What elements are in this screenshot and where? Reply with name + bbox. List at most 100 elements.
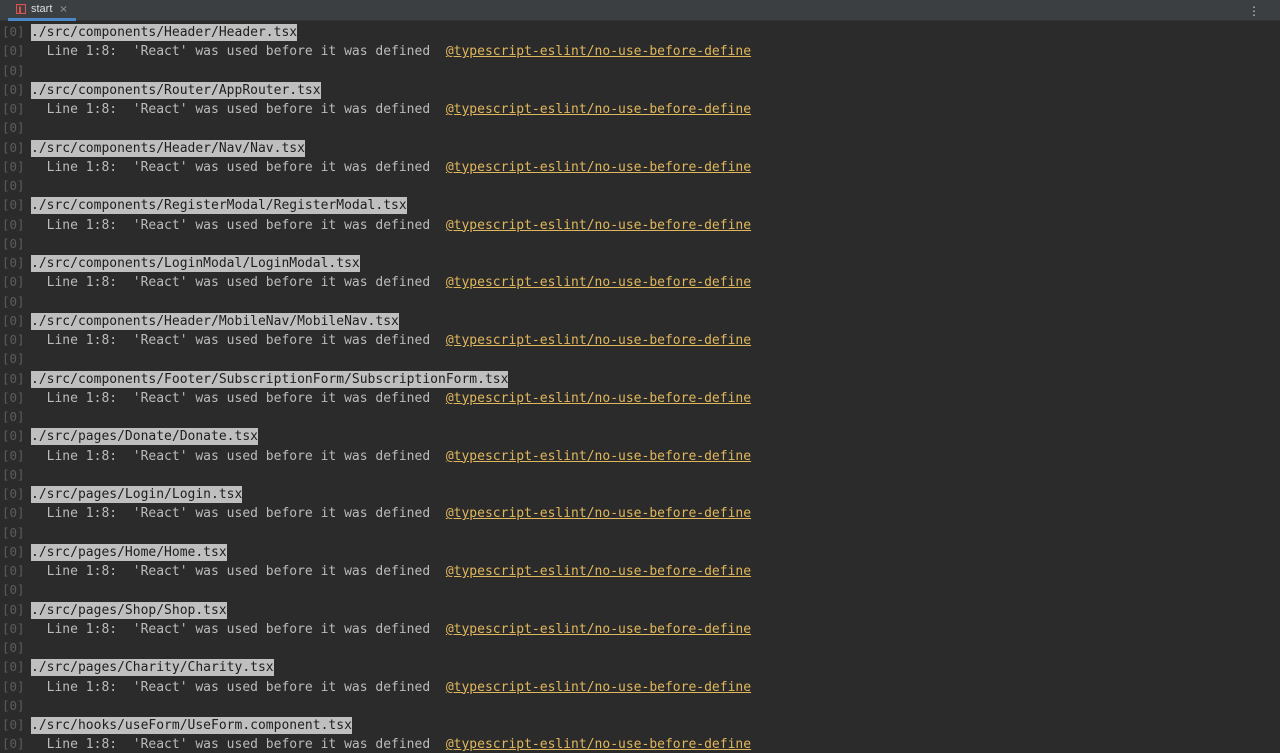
file-path[interactable]: ./src/pages/Donate/Donate.tsx [31,428,258,446]
console-line-blank: [0] [0,118,1280,137]
console-line-warning: [0] Line 1:8: 'React' was used before it… [0,446,1280,465]
console-line-file: [0] ./src/components/RegisterModal/Regist… [0,195,1280,215]
console-line-warning: [0] Line 1:8: 'React' was used before it… [0,734,1280,753]
console-line-blank: [0] [0,696,1280,715]
console-line-warning: [0] Line 1:8: 'React' was used before it… [0,503,1280,522]
console-line-warning: [0] Line 1:8: 'React' was used before it… [0,388,1280,407]
console-line-file: [0] ./src/pages/Donate/Donate.tsx [0,426,1280,446]
warning-message: Line 1:8: 'React' was used before it was… [31,102,446,117]
process-prefix: [0] [2,543,25,559]
console-line-file: [0] ./src/pages/Shop/Shop.tsx [0,600,1280,619]
close-icon[interactable]: × [59,4,67,15]
process-prefix: [0] [2,486,25,501]
process-prefix: [0] [2,620,25,636]
tab-start[interactable]: start × [8,0,76,21]
console-line-blank: [0] [0,407,1280,426]
eslint-rule-link[interactable]: @typescript-eslint/no-use-before-define [446,160,751,175]
process-prefix: [0] [2,717,25,732]
warning-message: Line 1:8: 'React' was used before it was… [31,448,446,464]
process-prefix: [0] [2,351,25,367]
console-line-blank: [0] [0,292,1280,311]
console-line-file: [0] ./src/pages/Charity/Charity.tsx [0,657,1280,677]
eslint-rule-link[interactable]: @typescript-eslint/no-use-before-define [446,622,751,637]
file-path[interactable]: ./src/pages/Shop/Shop.tsx [31,601,227,619]
eslint-rule-link[interactable]: @typescript-eslint/no-use-before-define [446,449,751,464]
console-line-file: [0] ./src/components/LoginModal/LoginModa… [0,253,1280,272]
process-prefix: [0] [2,428,25,444]
process-prefix: [0] [2,120,25,136]
warning-message: Line 1:8: 'React' was used before it was… [31,564,446,579]
more-options-icon[interactable]: ⋮ [1248,0,1260,21]
eslint-rule-link[interactable]: @typescript-eslint/no-use-before-define [446,102,751,117]
console-output[interactable]: [0] ./src/components/Header/Header.tsx [0]… [0,22,1280,753]
warning-message: Line 1:8: 'React' was used before it was… [31,679,446,695]
process-prefix: [0] [2,312,25,328]
process-prefix: [0] [2,139,25,155]
warning-message: Line 1:8: 'React' was used before it was… [31,621,446,637]
eslint-rule-link[interactable]: @typescript-eslint/no-use-before-define [446,737,751,752]
process-prefix: [0] [2,505,25,521]
process-prefix: [0] [2,158,25,174]
console-line-blank: [0] [0,176,1280,195]
file-path[interactable]: ./src/components/Footer/SubscriptionForm… [31,370,509,388]
file-path[interactable]: ./src/pages/Login/Login.tsx [31,486,243,503]
process-prefix: [0] [2,216,25,232]
eslint-rule-link[interactable]: @typescript-eslint/no-use-before-define [446,218,751,233]
console-line-warning: [0] Line 1:8: 'React' was used before it… [0,41,1280,60]
process-prefix: [0] [2,601,25,617]
warning-message: Line 1:8: 'React' was used before it was… [31,390,446,406]
process-prefix: [0] [2,62,25,78]
process-prefix: [0] [2,582,25,598]
console-line-blank: [0] [0,580,1280,599]
process-prefix: [0] [2,447,25,463]
process-prefix: [0] [2,466,25,482]
process-prefix: [0] [2,274,25,290]
eslint-rule-link[interactable]: @typescript-eslint/no-use-before-define [446,506,751,521]
eslint-rule-link[interactable]: @typescript-eslint/no-use-before-define [446,275,751,290]
console-line-warning: [0] Line 1:8: 'React' was used before it… [0,157,1280,176]
process-prefix: [0] [2,101,25,116]
process-prefix: [0] [2,659,25,675]
process-prefix: [0] [2,409,25,424]
process-prefix: [0] [2,81,25,97]
process-prefix: [0] [2,736,25,752]
tab-label: start [31,3,53,15]
console-line-warning: [0] Line 1:8: 'React' was used before it… [0,619,1280,638]
console-line-blank: [0] [0,61,1280,80]
console-line-blank: [0] [0,234,1280,253]
console-line-warning: [0] Line 1:8: 'React' was used before it… [0,215,1280,234]
eslint-rule-link[interactable]: @typescript-eslint/no-use-before-define [446,44,751,59]
process-prefix: [0] [2,640,25,655]
eslint-rule-link[interactable]: @typescript-eslint/no-use-before-define [446,680,751,695]
console-line-file: [0] ./src/components/Header/Header.tsx [0,22,1280,41]
file-path[interactable]: ./src/hooks/useForm/UseForm.component.ts… [31,717,352,734]
file-path[interactable]: ./src/components/Header/Nav/Nav.tsx [31,139,305,157]
console-line-file: [0] ./src/components/Router/AppRouter.tsx [0,80,1280,99]
file-path[interactable]: ./src/pages/Charity/Charity.tsx [31,659,274,677]
npm-run-icon [16,4,26,14]
warning-message: Line 1:8: 'React' was used before it was… [31,737,446,753]
warning-message: Line 1:8: 'React' was used before it was… [31,506,446,522]
file-path[interactable]: ./src/components/Header/Header.tsx [31,24,298,41]
process-prefix: [0] [2,524,25,540]
file-path[interactable]: ./src/components/RegisterModal/RegisterM… [31,197,407,215]
console-line-blank: [0] [0,465,1280,484]
console-line-warning: [0] Line 1:8: 'React' was used before it… [0,99,1280,118]
console-line-blank: [0] [0,349,1280,368]
file-path[interactable]: ./src/components/LoginModal/LoginModal.t… [31,255,360,272]
file-path[interactable]: ./src/components/Header/MobileNav/Mobile… [31,312,399,330]
process-prefix: [0] [2,178,25,193]
run-tool-window-tabbar: start × ⋮ [0,0,1280,21]
eslint-rule-link[interactable]: @typescript-eslint/no-use-before-define [446,564,751,579]
file-path[interactable]: ./src/pages/Home/Home.tsx [31,543,227,561]
warning-message: Line 1:8: 'React' was used before it was… [31,217,446,233]
console-line-warning: [0] Line 1:8: 'React' was used before it… [0,677,1280,696]
warning-message: Line 1:8: 'React' was used before it was… [31,44,446,60]
console-line-file: [0] ./src/hooks/useForm/UseForm.component… [0,715,1280,734]
eslint-rule-link[interactable]: @typescript-eslint/no-use-before-define [446,333,751,348]
console-line-warning: [0] Line 1:8: 'React' was used before it… [0,561,1280,580]
console-line-file: [0] ./src/components/Header/Nav/Nav.tsx [0,138,1280,157]
eslint-rule-link[interactable]: @typescript-eslint/no-use-before-define [446,391,751,406]
console-line-warning: [0] Line 1:8: 'React' was used before it… [0,272,1280,291]
file-path[interactable]: ./src/components/Router/AppRouter.tsx [31,81,321,99]
